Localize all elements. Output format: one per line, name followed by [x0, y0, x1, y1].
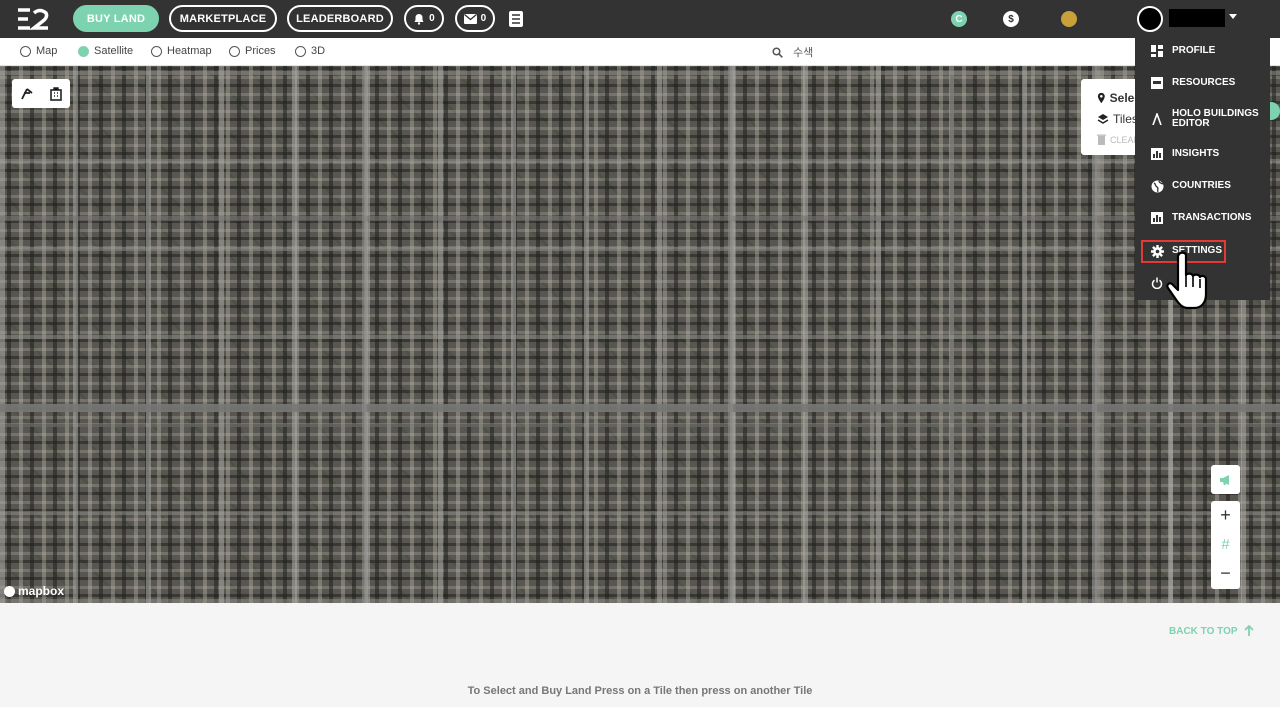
- document-list-icon[interactable]: [508, 10, 524, 28]
- menu-item-label: HOLO BUILDINGS EDITOR: [1172, 108, 1259, 129]
- menu-item-label: PROFILE: [1172, 45, 1216, 56]
- menu-item-label: COUNTRIES: [1172, 180, 1231, 191]
- leaderboard-button[interactable]: LEADERBOARD: [287, 5, 393, 32]
- building-icon[interactable]: [49, 86, 63, 101]
- menu-item-label: RESOURCES: [1172, 77, 1236, 88]
- messages-count: 0: [480, 13, 487, 24]
- mode-satellite[interactable]: Satellite: [78, 45, 133, 57]
- radio-prices[interactable]: [229, 45, 240, 57]
- dollar-coin-icon[interactable]: $: [1003, 11, 1019, 27]
- back-to-top-link[interactable]: BACK TO TOP: [1169, 625, 1254, 637]
- map-mode-bar: Map Satellite Heatmap Prices 3D 수색: [0, 38, 1280, 66]
- power-icon: [1150, 276, 1164, 290]
- grid-toggle-button[interactable]: #: [1211, 530, 1240, 559]
- notifications-button[interactable]: 0: [404, 5, 444, 32]
- search-input[interactable]: 수색: [793, 44, 813, 60]
- mapbox-attribution[interactable]: mapbox: [4, 584, 64, 598]
- arrow-up-icon: [1243, 625, 1254, 636]
- mode-3d[interactable]: 3D: [295, 45, 325, 57]
- layers-icon: [1097, 113, 1109, 124]
- map-tools: [12, 79, 70, 108]
- menu-item-label: INSIGHTS: [1172, 148, 1220, 159]
- search-icon: [772, 46, 783, 58]
- chevron-down-icon[interactable]: [1229, 14, 1237, 19]
- mode-heatmap-label: Heatmap: [167, 45, 212, 57]
- map-road: [362, 66, 367, 603]
- bar-chart-icon: [1150, 211, 1164, 225]
- map-road: [0, 216, 1280, 221]
- holo-icon: [1150, 112, 1164, 126]
- menu-item-profile[interactable]: PROFILE: [1135, 44, 1270, 58]
- draw-tool-icon[interactable]: [20, 87, 34, 101]
- radio-heatmap[interactable]: [151, 45, 162, 57]
- bar-chart-icon: [1150, 147, 1164, 161]
- buy-land-button[interactable]: BUY LAND: [73, 5, 159, 32]
- e2-logo[interactable]: [16, 8, 50, 30]
- menu-item-label: TRANSACTIONS: [1172, 212, 1252, 223]
- marketplace-button[interactable]: MARKETPLACE: [169, 5, 277, 32]
- radio-3d[interactable]: [295, 45, 306, 57]
- notifications-count: 0: [429, 13, 435, 24]
- mode-satellite-label: Satellite: [94, 45, 134, 57]
- map-road: [728, 66, 733, 603]
- page-footer: BACK TO TOP To Select and Buy Land Press…: [0, 603, 1280, 707]
- messages-button[interactable]: 0: [455, 5, 495, 32]
- mode-heatmap[interactable]: Heatmap: [151, 45, 212, 57]
- avatar[interactable]: [1137, 6, 1163, 32]
- radio-satellite[interactable]: [78, 45, 89, 57]
- back-to-top-label: BACK TO TOP: [1169, 625, 1238, 637]
- menu-item-countries[interactable]: COUNTRIES: [1135, 179, 1270, 193]
- username-redacted[interactable]: [1169, 9, 1225, 27]
- essence-coin-icon[interactable]: [1061, 11, 1077, 27]
- dashboard-icon: [1150, 44, 1164, 58]
- mode-prices-label: Prices: [245, 45, 276, 57]
- globe-icon: [1150, 179, 1164, 193]
- menu-item-holo-buildings-editor[interactable]: HOLO BUILDINGS EDITOR: [1135, 108, 1270, 130]
- selection-panel: Selec Tiles CLEAR: [1081, 79, 1141, 155]
- mapbox-label: mapbox: [18, 584, 65, 598]
- zoom-out-button[interactable]: −: [1211, 559, 1240, 588]
- mode-prices[interactable]: Prices: [229, 45, 276, 57]
- top-navigation-bar: BUY LAND MARKETPLACE LEADERBOARD 0 0 C $: [0, 0, 1280, 38]
- announcement-button[interactable]: [1211, 465, 1240, 494]
- e-ther-coin-icon[interactable]: C: [951, 11, 967, 27]
- buy-land-hint: To Select and Buy Land Press on a Tile t…: [467, 685, 813, 697]
- satellite-map[interactable]: Selec Tiles CLEAR mapbox + # −: [0, 66, 1280, 603]
- mail-icon: [463, 13, 477, 24]
- radio-map[interactable]: [20, 45, 31, 57]
- inbox-icon: [1150, 76, 1164, 90]
- zoom-in-button[interactable]: +: [1211, 501, 1240, 530]
- map-road: [0, 404, 1280, 412]
- mode-map[interactable]: Map: [20, 45, 57, 57]
- menu-item-insights[interactable]: INSIGHTS: [1135, 147, 1270, 161]
- trash-icon: [1097, 134, 1106, 145]
- search-bar[interactable]: 수색: [772, 44, 813, 60]
- bell-icon: [414, 13, 424, 25]
- pointer-hand-icon: [1166, 251, 1208, 310]
- menu-item-transactions[interactable]: TRANSACTIONS: [1135, 211, 1270, 225]
- mode-3d-label: 3D: [311, 45, 326, 57]
- zoom-controls: + # −: [1211, 501, 1240, 589]
- location-pin-icon: [1097, 92, 1105, 103]
- mapbox-logo-icon: [4, 585, 15, 597]
- menu-item-resources[interactable]: RESOURCES: [1135, 76, 1270, 90]
- mode-map-label: Map: [36, 45, 58, 57]
- megaphone-icon: [1219, 474, 1229, 485]
